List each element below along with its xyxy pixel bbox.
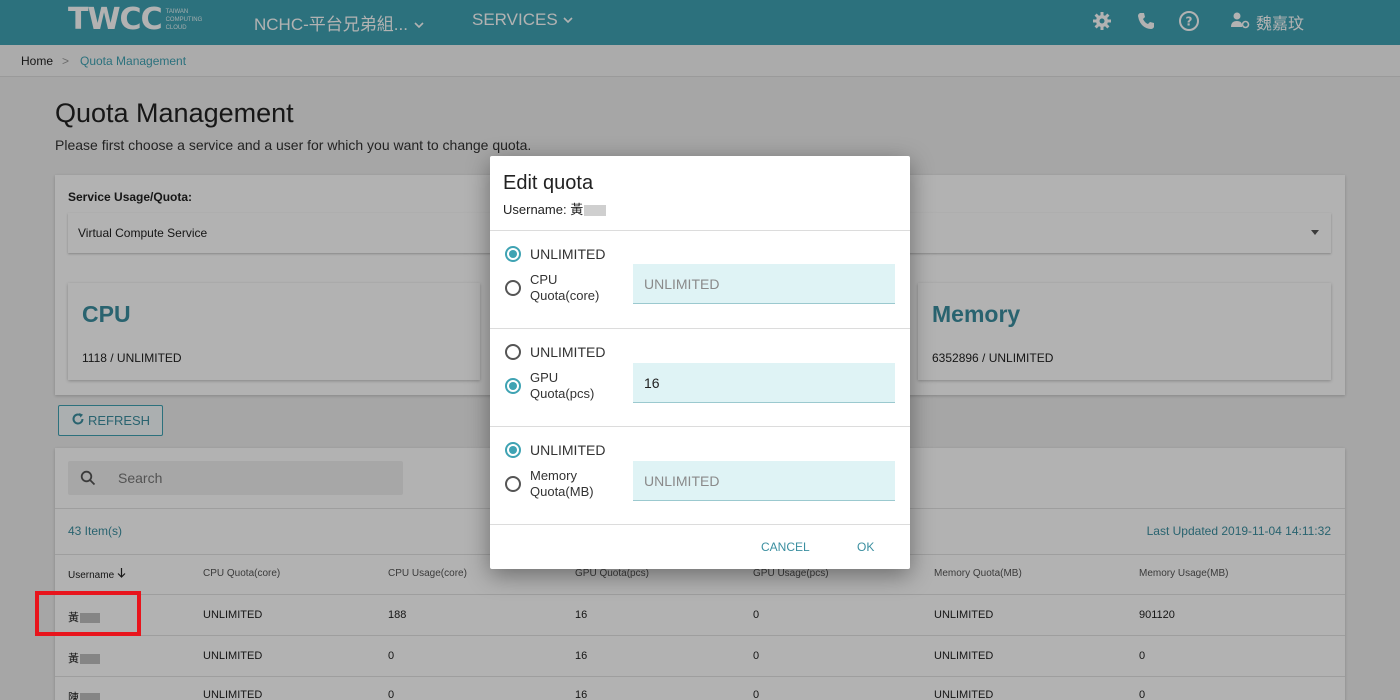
memory-unlimited-label: UNLIMITED [530, 442, 606, 458]
edit-quota-dialog: Edit quota Username: 黃 UNLIMITED CPU Quo… [490, 156, 910, 569]
gpu-quota-label: GPU Quota(pcs) [530, 370, 595, 401]
gpu-unlimited-label: UNLIMITED [530, 344, 606, 360]
memory-quota-label: Memory Quota(MB) [530, 468, 594, 499]
gpu-unlimited-radio[interactable] [505, 344, 521, 360]
gpu-quota-radio[interactable] [505, 378, 521, 394]
divider [490, 524, 910, 525]
cpu-quota-label: CPU Quota(core) [530, 272, 600, 303]
ok-button[interactable]: OK [857, 540, 874, 554]
cancel-button[interactable]: CANCEL [761, 540, 810, 554]
highlight-box [35, 591, 141, 636]
cpu-quota-radio[interactable] [505, 280, 521, 296]
divider [490, 230, 910, 231]
dialog-username: Username: 黃 [503, 199, 607, 218]
memory-unlimited-radio[interactable] [505, 442, 521, 458]
divider [490, 426, 910, 427]
memory-quota-radio[interactable] [505, 476, 521, 492]
redacted-block [584, 205, 607, 217]
gpu-quota-input[interactable]: 16 [633, 363, 895, 403]
dialog-title: Edit quota [503, 172, 594, 194]
cpu-quota-input[interactable]: UNLIMITED [633, 264, 895, 304]
divider [490, 328, 910, 329]
cpu-unlimited-radio[interactable] [505, 246, 521, 262]
cpu-unlimited-label: UNLIMITED [530, 246, 606, 262]
memory-quota-input[interactable]: UNLIMITED [633, 461, 895, 501]
